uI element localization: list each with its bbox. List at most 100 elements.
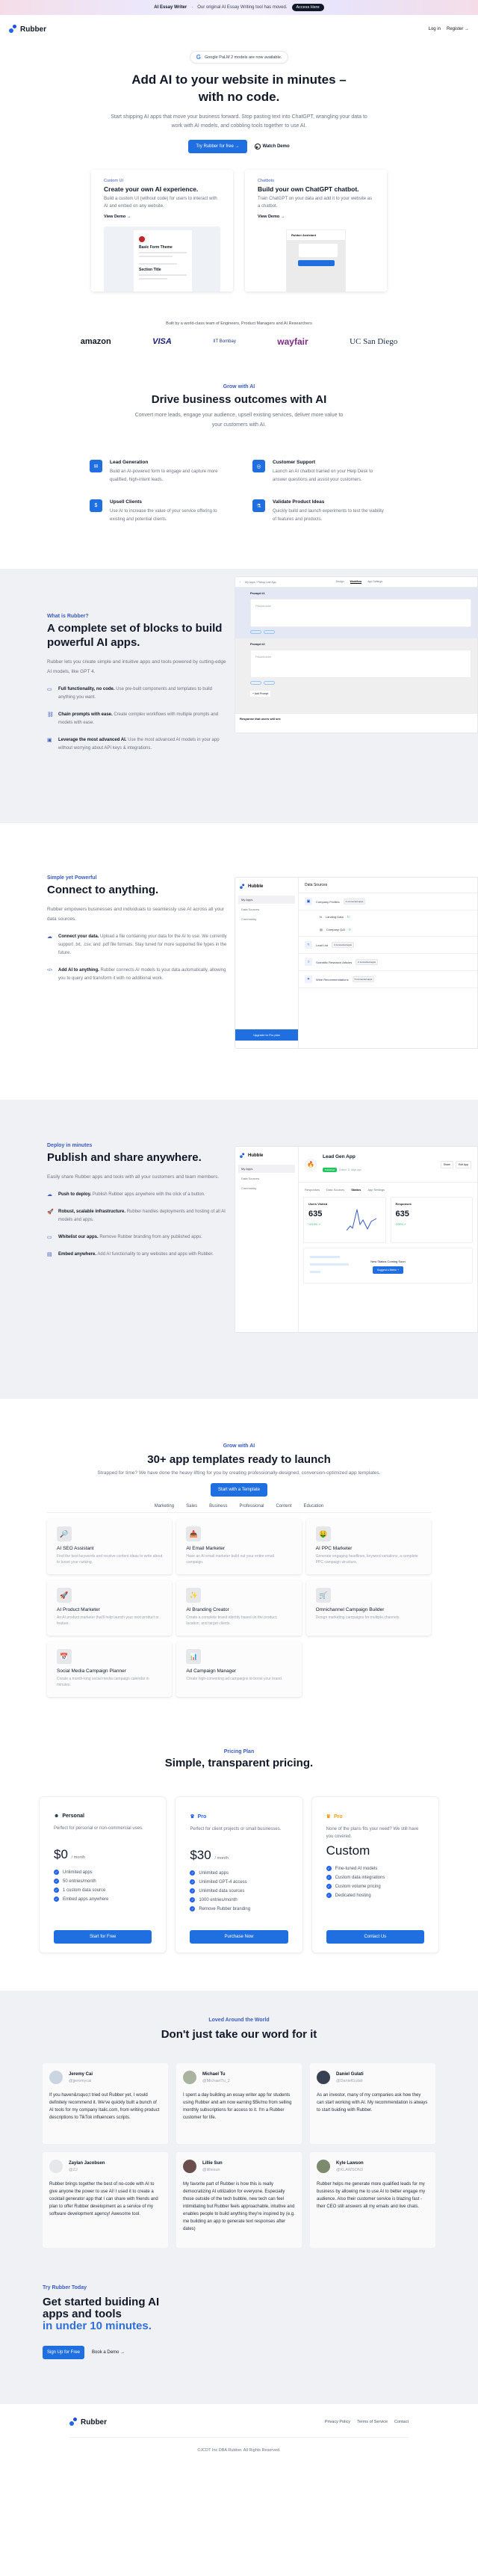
brand-logo[interactable]: Rubber xyxy=(9,25,46,34)
app-name: Lead Gen App xyxy=(323,1154,356,1159)
register-link[interactable]: Register → xyxy=(447,27,469,31)
book-demo-link[interactable]: Book a Demo → xyxy=(92,2350,125,2355)
try-free-button[interactable]: Try Rubber for free → xyxy=(188,140,247,153)
prompt-title: Prompt #1 xyxy=(250,591,265,595)
template-card[interactable]: 🛒 Omnichannel Campaign Builder Design ma… xyxy=(305,1580,431,1636)
data-source-row[interactable]: N Landing Data ↻ xyxy=(299,910,477,923)
contact-link[interactable]: Contact xyxy=(394,2420,409,2424)
start-template-button[interactable]: Start with a Template xyxy=(211,1483,267,1497)
coming-soon: New Statics Coming Soon Suggest a Metric… xyxy=(299,1260,477,1274)
watch-demo-button[interactable]: ▶ Watch Demo xyxy=(254,144,290,150)
section-title: A complete set of blocks to build powerf… xyxy=(47,622,223,649)
template-desc: Have an AI email marketer build out your… xyxy=(186,1554,274,1565)
template-card[interactable]: 🤑 AI PPC Marketer Generate engaging head… xyxy=(305,1519,431,1574)
template-desc: Create a complete brand identity based o… xyxy=(186,1615,278,1626)
tab-responses[interactable]: Responses xyxy=(305,1188,320,1192)
data-source-row[interactable]: ≈ Lead List 4 connected apps xyxy=(299,937,477,954)
edit-app-button[interactable]: Edit App xyxy=(455,1160,471,1168)
privacy-link[interactable]: Privacy Policy xyxy=(325,2420,350,2424)
view-demo-link[interactable]: View Demo → xyxy=(104,215,220,219)
tab-business[interactable]: Business xyxy=(209,1504,227,1509)
plan-cta-button[interactable]: Purchase Now xyxy=(190,1930,288,1944)
feature-desc: Use AI to increase the value of your ser… xyxy=(110,509,217,522)
tab-app-settings[interactable]: App Settings xyxy=(367,1188,385,1192)
suggest-metric-button[interactable]: Suggest a Metric + xyxy=(372,1266,404,1274)
workflow-editor-mock: ‹ My Apps / Pickup Line App Design Workf… xyxy=(235,576,478,733)
footer-logo[interactable]: Rubber xyxy=(69,2418,107,2426)
plan-cta-button[interactable]: Start for Free xyxy=(54,1930,152,1944)
share-button[interactable]: Share xyxy=(440,1160,453,1168)
support-icon: ◎ xyxy=(252,460,265,472)
tab-marketing[interactable]: Marketing xyxy=(155,1504,174,1509)
sidebar-item-data-sources[interactable]: Data Sources xyxy=(238,905,295,913)
tab-content[interactable]: Content xyxy=(276,1504,292,1509)
tab-data-sources[interactable]: Data Sources xyxy=(326,1188,344,1192)
pricing-card: ♛ Pro Perfect for client projects or sma… xyxy=(175,1796,303,1953)
check-icon: ✓ xyxy=(54,1896,59,1902)
testimonial-name: Jeremy Cai xyxy=(69,2071,93,2077)
sidebar-item-my-apps[interactable]: My Apps xyxy=(238,896,295,904)
plan-price: $30 / month xyxy=(190,1848,229,1862)
prompt-input[interactable]: Placeholder xyxy=(250,650,471,678)
plan-cta-button[interactable]: Contact Us xyxy=(326,1930,424,1944)
deploy-section: Deploy in minutes Publish and share anyw… xyxy=(0,1100,478,1399)
copyright: ©JCDT Inc DBA Rubber. All Rights Reserve… xyxy=(197,2448,281,2453)
rubber-logo-icon xyxy=(9,25,17,34)
sidebar-item-data-sources[interactable]: Data Sources xyxy=(238,1174,295,1183)
google-icon: G xyxy=(196,54,201,61)
plan-feature: ✓ Fine-tuned AI models xyxy=(326,1866,378,1871)
bullet-item: ☁ Push to deploy. Publish Rubber apps any… xyxy=(47,1192,205,1198)
template-card[interactable]: 🔎 AI SEO Assistant Find the best keyword… xyxy=(47,1519,173,1574)
plan-feature: ✓ Dedicated hosting xyxy=(326,1893,371,1898)
watch-demo-label: Watch Demo xyxy=(262,144,290,149)
view-demo-link[interactable]: View Demo → xyxy=(258,215,374,219)
data-source-row[interactable]: ○ Scientific Research Articles 2 connected… xyxy=(299,954,477,971)
prompt-input[interactable]: Placeholder xyxy=(250,599,471,627)
signup-button[interactable]: Sign Up for Free xyxy=(43,2346,85,2359)
apple-icon xyxy=(139,236,145,242)
terms-link[interactable]: Terms of Service xyxy=(357,2420,388,2424)
app-stats-mock: Hubble My Apps Data Sources Community 🔥 … xyxy=(235,1146,478,1333)
testimonial-handle[interactable]: @ZJ xyxy=(69,2168,105,2172)
sidebar-item-community[interactable]: Community xyxy=(238,1184,295,1192)
access-here-button[interactable]: Access Here xyxy=(291,4,324,11)
sidebar-item-my-apps[interactable]: My Apps xyxy=(238,1165,295,1173)
check-icon: ✓ xyxy=(190,1879,196,1885)
visa-logo: VISA xyxy=(152,337,172,346)
data-source-row[interactable]: ▣ Company Profiles 3 connected apps xyxy=(299,893,477,910)
feature-title: Validate Product Ideas xyxy=(273,499,325,505)
sidebar-item-community[interactable]: Community xyxy=(238,915,295,923)
file-icon: ▤ xyxy=(320,928,323,931)
stat-delta: -100% ↗ xyxy=(395,1223,406,1226)
template-icon: 🚀 xyxy=(57,1588,72,1603)
tab-professional[interactable]: Professional xyxy=(239,1504,264,1509)
add-prompt-button[interactable]: + Add Prompt xyxy=(250,691,271,697)
plan-price: $0 / month xyxy=(54,1847,85,1861)
testimonial-handle[interactable]: @MichaelTu_2 xyxy=(202,2079,230,2083)
tab-design[interactable]: Design xyxy=(336,580,344,584)
testimonial-text: As an investor, many of my companies ask… xyxy=(317,2093,428,2113)
template-card[interactable]: 📥 AI Email Marketer Have an AI email mar… xyxy=(176,1519,302,1574)
section-title: Publish and share anywhere. xyxy=(47,1151,202,1164)
data-source-row[interactable]: ✦ Wine Recommendations 5 connected apps xyxy=(299,971,477,988)
template-card[interactable]: ✨ AI Branding Creator Create a complete … xyxy=(176,1580,302,1636)
template-card[interactable]: 📅 Social Media Campaign Planner Create a… xyxy=(47,1642,173,1697)
check-icon: ✓ xyxy=(190,1897,196,1902)
login-link[interactable]: Log in xyxy=(429,27,441,31)
tab-workflow[interactable]: Workflow xyxy=(350,580,362,584)
template-card[interactable]: 🚀 AI Product Marketer An AI product mark… xyxy=(47,1580,173,1636)
testimonial-handle[interactable]: @lilliesun xyxy=(202,2168,223,2172)
testimonial-handle[interactable]: @DanielGulati xyxy=(336,2079,364,2083)
upgrade-button[interactable]: Upgrade to Pro plan xyxy=(235,1029,298,1041)
template-card[interactable]: 📊 Ad Campaign Manager Create high-conver… xyxy=(176,1642,302,1697)
tab-education[interactable]: Education xyxy=(304,1504,324,1509)
cta-title: Get started buiding AI apps and tools in… xyxy=(43,2296,160,2332)
announcement-badge[interactable]: G Google PaLM 2 models are now available… xyxy=(189,51,289,64)
plan-feature: ✓ Remove Rubber branding xyxy=(190,1906,251,1911)
testimonial-handle[interactable]: @KLAWSON3 xyxy=(336,2168,364,2172)
tab-sales[interactable]: Sales xyxy=(186,1504,197,1509)
tab-app-settings[interactable]: App Settings xyxy=(367,580,382,584)
data-source-row[interactable]: ▤ Company Q/A ↻ xyxy=(299,923,477,937)
tab-statics[interactable]: Statics xyxy=(351,1188,361,1192)
testimonial-handle[interactable]: @jjeremycai xyxy=(69,2079,93,2083)
